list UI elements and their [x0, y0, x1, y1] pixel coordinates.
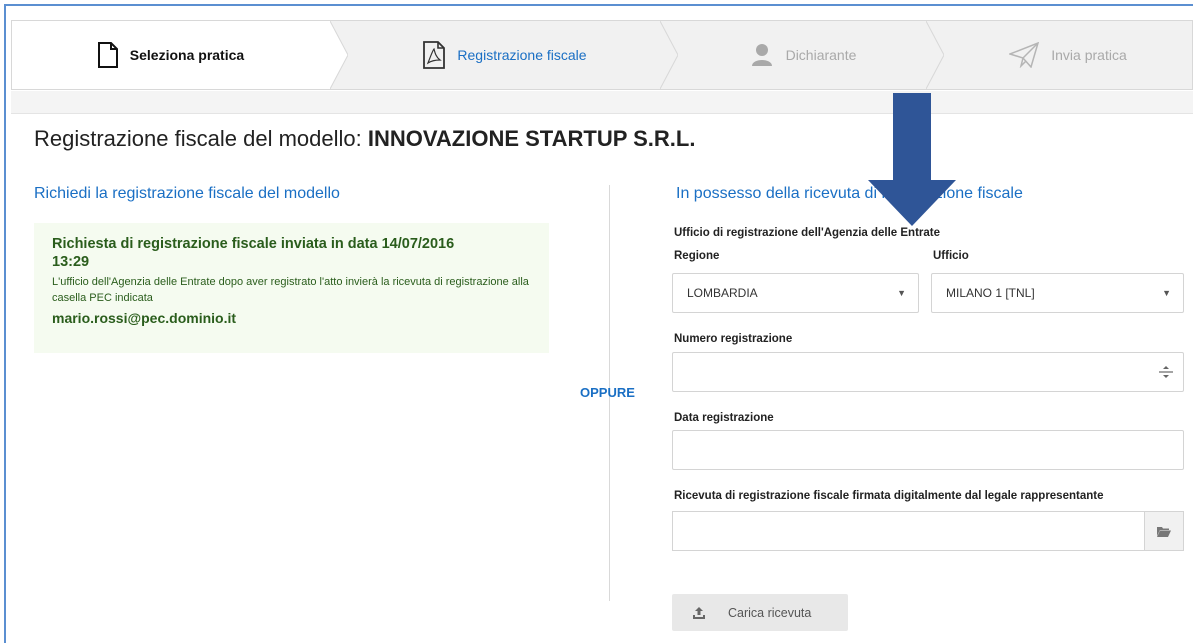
date-label: Data registrazione [674, 412, 774, 424]
office-select[interactable]: MILANO 1 [TNL] ▼ [931, 273, 1184, 313]
browse-file-button[interactable] [1144, 512, 1183, 550]
wizard-bar: Seleziona pratica Registrazione fiscale … [11, 20, 1193, 90]
step-dichiarante[interactable]: Dichiarante [678, 21, 928, 89]
region-value: LOMBARDIA [687, 286, 758, 300]
oppure-separator: OPPURE [580, 385, 635, 400]
step-label: Registrazione fiscale [457, 47, 587, 63]
notice-text: L'ufficio dell'Agenzia delle Entrate dop… [52, 276, 529, 304]
registration-number-input[interactable] [672, 352, 1184, 392]
receipt-section-title: In possesso della ricevuta di registrazi… [676, 185, 1023, 202]
page-title: Registrazione fiscale del modello: INNOV… [34, 126, 695, 152]
office-value: MILANO 1 [TNL] [946, 286, 1035, 300]
receipt-label: Ricevuta di registrazione fiscale firmat… [674, 490, 1104, 502]
chevron-separator [926, 21, 944, 89]
paper-plane-icon [1009, 42, 1040, 68]
registration-date-input[interactable] [672, 430, 1184, 470]
request-section-title: Richiedi la registrazione fiscale del mo… [34, 185, 340, 202]
office-section-label: Ufficio di registrazione dell'Agenzia de… [674, 227, 941, 239]
caret-down-icon: ▼ [897, 288, 906, 298]
step-label: Seleziona pratica [129, 47, 245, 63]
notice-title: Richiesta di registrazione fiscale invia… [52, 235, 531, 271]
company-name: INNOVAZIONE STARTUP S.R.L. [367, 126, 696, 151]
chevron-separator [330, 21, 348, 89]
region-label: Regione [674, 250, 720, 262]
step-invia-pratica[interactable]: Invia pratica [944, 21, 1192, 89]
folder-open-icon [1157, 526, 1171, 537]
number-label: Numero registrazione [674, 333, 793, 345]
receipt-file-input[interactable] [672, 511, 1184, 551]
document-icon [97, 42, 118, 68]
notice-email: mario.rossi@pec.dominio.it [52, 310, 237, 326]
pdf-document-icon [423, 41, 446, 69]
header-band [11, 91, 1193, 114]
upload-receipt-button[interactable]: Carica ricevuta [672, 594, 848, 631]
step-label: Dichiarante [785, 47, 857, 63]
notice-title-text: Richiesta di registrazione fiscale invia… [52, 236, 378, 252]
page-title-prefix: Registrazione fiscale del modello: [34, 126, 362, 151]
upload-button-label: Carica ricevuta [728, 605, 812, 620]
notice-date: 14/07/2016 [381, 236, 455, 252]
step-label: Invia pratica [1051, 47, 1127, 63]
office-label: Ufficio [933, 250, 969, 262]
registration-notice: Richiesta di registrazione fiscale invia… [34, 223, 549, 353]
region-select[interactable]: LOMBARDIA ▼ [672, 273, 919, 313]
number-stepper-icon[interactable] [1159, 365, 1173, 379]
chevron-separator [660, 21, 678, 89]
notice-time: 13:29 [52, 254, 90, 270]
caret-down-icon: ▼ [1162, 288, 1171, 298]
upload-icon [684, 606, 714, 620]
step-registrazione-fiscale[interactable]: Registrazione fiscale [348, 21, 662, 89]
user-icon [750, 43, 774, 67]
step-seleziona-pratica[interactable]: Seleziona pratica [12, 21, 330, 89]
